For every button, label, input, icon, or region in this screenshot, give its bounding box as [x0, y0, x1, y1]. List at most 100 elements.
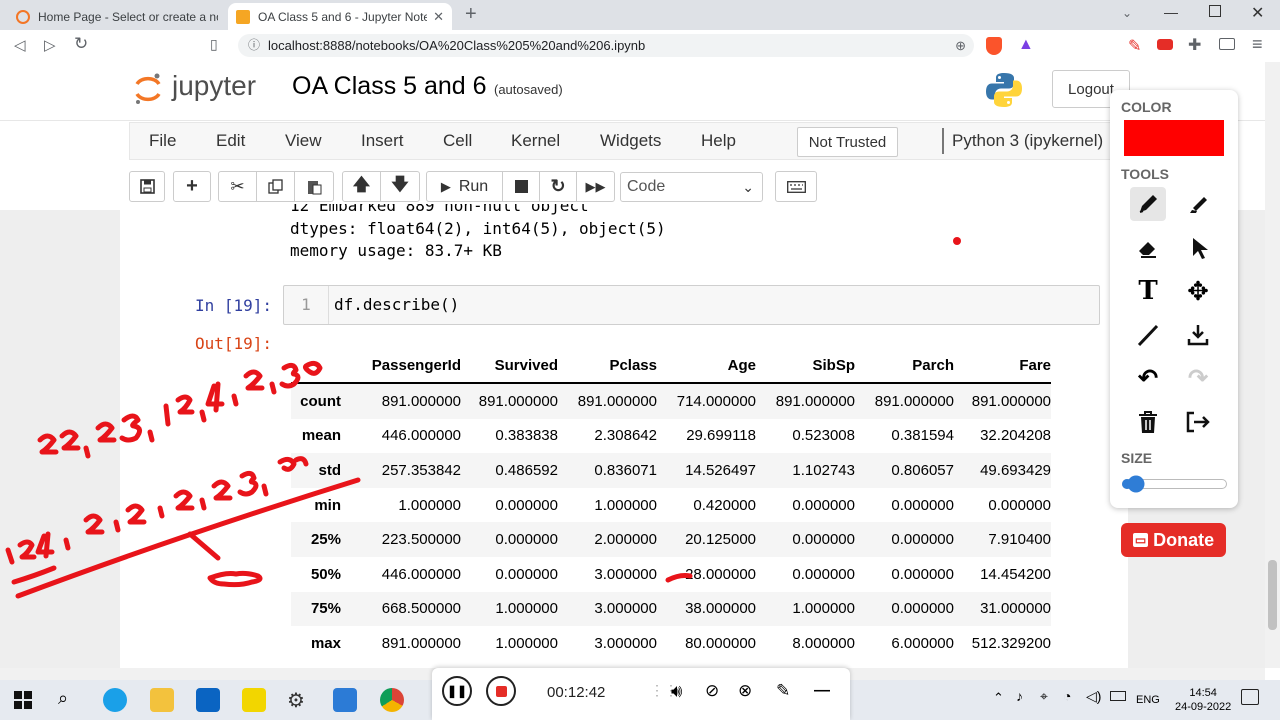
code-text[interactable]: df.describe() [334, 295, 459, 314]
pause-icon[interactable]: ❚❚ [442, 676, 472, 706]
minimize-recorder-icon[interactable]: — [814, 682, 830, 700]
cut-icon[interactable]: ✂ [219, 172, 257, 201]
close-tab-icon[interactable]: ✕ [433, 9, 444, 25]
windows-start-icon[interactable] [14, 691, 32, 714]
interrupt-icon[interactable] [503, 172, 540, 201]
insert-cell-icon[interactable]: + [174, 172, 210, 201]
search-icon[interactable]: ⌕ [58, 688, 68, 709]
donate-button[interactable]: ▭ Donate [1121, 523, 1226, 557]
sticky-notes-icon[interactable] [242, 688, 266, 712]
highlighter-icon[interactable] [1180, 187, 1216, 221]
eraser-icon[interactable] [1130, 231, 1166, 265]
camera-off-icon[interactable]: ⊗ [738, 681, 752, 701]
save-icon[interactable] [130, 172, 164, 201]
restart-icon[interactable]: ↻ [540, 172, 577, 201]
size-slider-knob[interactable] [1121, 475, 1150, 493]
exit-icon[interactable] [1180, 405, 1216, 439]
tab-title: Home Page - Select or create a notebook [38, 9, 218, 24]
menu-insert[interactable]: Insert [361, 131, 404, 151]
jupyter-logo-text[interactable]: jupyter [172, 70, 256, 102]
fast-forward-icon[interactable]: ▶▶ [577, 172, 614, 201]
minimize-icon[interactable]: — [1164, 4, 1178, 20]
mail-icon[interactable] [196, 688, 220, 712]
wifi-icon[interactable]: ◔ [1063, 688, 1071, 704]
pointer-icon[interactable] [1180, 231, 1216, 265]
system-clock[interactable]: 14:54 24-09-2022 [1175, 686, 1231, 714]
edge-icon[interactable] [103, 688, 127, 712]
bookmark-icon[interactable]: ▯ [210, 36, 218, 53]
menu-view[interactable]: View [285, 131, 322, 151]
download-icon[interactable] [1180, 318, 1216, 352]
language-indicator[interactable]: ENG [1136, 694, 1160, 706]
move-icon[interactable]: ✥ [1180, 274, 1216, 308]
table-cell: 714.000000 [676, 392, 756, 410]
table-cell: 2.000000 [594, 531, 657, 549]
keyboard-icon[interactable] [776, 172, 816, 201]
jupyter-logo-icon[interactable] [134, 72, 162, 104]
stop-record-icon[interactable] [486, 676, 516, 706]
cell-type-select[interactable]: Code ⌄ [620, 172, 763, 202]
mic-muted-icon[interactable]: ⊘ [705, 681, 719, 701]
tab-search-icon[interactable]: ⌄ [1122, 6, 1132, 20]
move-up-icon[interactable]: 🡅 [343, 172, 381, 201]
color-swatch[interactable] [1124, 120, 1224, 156]
table-cell: 32.204208 [980, 427, 1051, 445]
kernel-indicator[interactable]: Python 3 (ipykernel) [942, 128, 1103, 154]
trash-icon[interactable] [1130, 405, 1166, 439]
browser-menu-icon[interactable]: ≡ [1252, 34, 1263, 55]
forward-icon[interactable]: ▷ [44, 36, 56, 54]
photos-icon[interactable] [333, 688, 357, 712]
copy-icon[interactable] [257, 172, 295, 201]
toolbar-keyboard-group [775, 171, 817, 202]
text-icon[interactable]: T [1130, 274, 1166, 308]
menu-edit[interactable]: Edit [216, 131, 245, 151]
brave-rewards-icon[interactable]: ▲ [1018, 36, 1034, 54]
toolbar-move-group: 🡅 🡇 [342, 171, 420, 202]
menu-kernel[interactable]: Kernel [511, 131, 560, 151]
zoom-icon[interactable]: ⊕ [955, 34, 966, 57]
draw-icon[interactable]: ✎ [776, 681, 790, 701]
vertical-scrollbar-thumb[interactable] [1268, 560, 1277, 630]
run-label: Run [458, 177, 489, 195]
maximize-icon[interactable] [1209, 5, 1221, 17]
youtube-extension-icon[interactable] [1157, 39, 1173, 50]
speaker-tray-icon[interactable]: ◁) [1086, 688, 1101, 705]
settings-gear-icon[interactable]: ⚙ [287, 688, 305, 713]
new-tab-button[interactable]: + [465, 3, 477, 26]
trust-button[interactable]: Not Trusted [797, 127, 898, 157]
reload-icon[interactable]: ↻ [74, 34, 88, 54]
menu-file[interactable]: File [149, 131, 176, 151]
mic-tray-icon[interactable]: ♪ [1016, 688, 1023, 704]
menu-widgets[interactable]: Widgets [600, 131, 661, 151]
move-down-icon[interactable]: 🡇 [381, 172, 419, 201]
table-cell: 1.000000 [792, 600, 855, 618]
close-window-icon[interactable]: ✕ [1251, 3, 1264, 23]
undo-icon[interactable]: ↶ [1130, 361, 1166, 395]
menu-help[interactable]: Help [701, 131, 736, 151]
line-icon[interactable] [1130, 318, 1166, 352]
tray-chevron-icon[interactable]: ⌃ [993, 690, 1004, 706]
row-label: std [318, 461, 342, 479]
pen-icon[interactable] [1130, 187, 1166, 221]
back-icon[interactable]: ◁ [14, 36, 26, 54]
tab-home-page[interactable]: Home Page - Select or create a notebook [8, 3, 226, 30]
tab-notebook[interactable]: OA Class 5 and 6 - Jupyter Notebook ✕ [228, 3, 452, 30]
annotate-extension-icon[interactable]: ✎ [1128, 36, 1141, 56]
menu-cell[interactable]: Cell [443, 131, 472, 151]
notifications-icon[interactable] [1241, 689, 1259, 705]
chrome-icon[interactable] [380, 688, 404, 712]
extensions-icon[interactable]: ✚ [1188, 35, 1201, 55]
redo-icon[interactable]: ↷ [1180, 361, 1216, 395]
url-field[interactable]: ⓘ localhost:8888/notebooks/OA%20Class%20… [238, 34, 974, 57]
site-info-icon[interactable]: ⓘ [248, 34, 260, 57]
file-explorer-icon[interactable] [150, 688, 174, 712]
run-button[interactable]: ▶ Run [427, 172, 503, 201]
table-cell: 2.308642 [594, 427, 657, 445]
battery-icon[interactable] [1110, 691, 1126, 701]
wallet-icon[interactable] [1219, 38, 1235, 50]
volume-icon[interactable]: 🔊︎ [671, 681, 682, 702]
brave-shield-icon[interactable] [986, 37, 1002, 55]
paste-icon[interactable] [295, 172, 333, 201]
notebook-title[interactable]: OA Class 5 and 6 [292, 72, 487, 101]
location-icon[interactable]: ⌖ [1040, 688, 1048, 705]
